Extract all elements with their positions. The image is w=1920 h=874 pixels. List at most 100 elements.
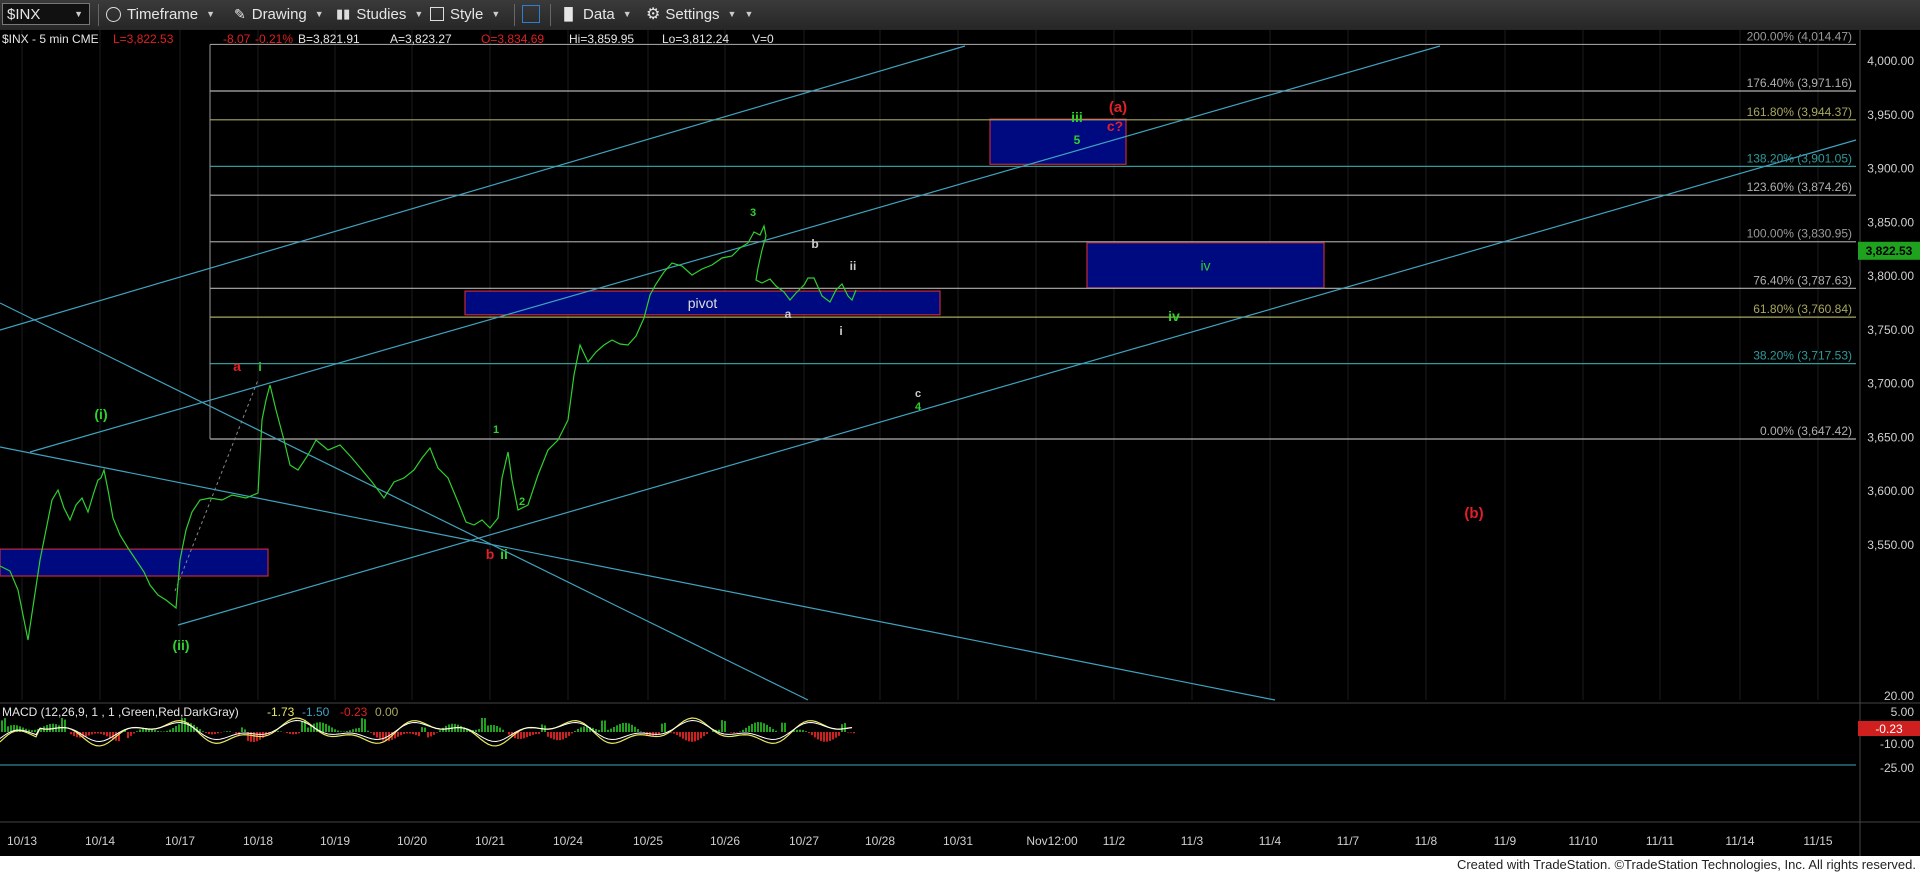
footer: Created with TradeStation. ©TradeStation… — [0, 856, 1920, 874]
date-tick-label: 10/21 — [475, 834, 505, 848]
date-tick-label: 11/14 — [1725, 834, 1754, 848]
date-tick-label: Nov12:00 — [1026, 834, 1078, 848]
macd-label: MACD (12,26,9, 1 , 1 ,Green,Red,DarkGray… — [2, 705, 239, 719]
bar-chart-icon: ▐▌ — [560, 7, 578, 21]
data-menu[interactable]: ▐▌ Data ▼ — [560, 3, 632, 25]
drawing-label: Drawing — [251, 5, 307, 23]
style-icon — [430, 7, 444, 21]
quote-field: -0.21% — [255, 32, 293, 46]
divider — [98, 4, 99, 26]
timeframe-menu[interactable]: Timeframe ▼ — [106, 3, 215, 25]
quote-field: V=0 — [752, 32, 774, 46]
wave-label: c? — [1107, 118, 1123, 134]
date-tick-label: 11/4 — [1259, 834, 1282, 848]
price-tick-label: 3,850.00 — [1867, 215, 1914, 229]
pencil-icon: ✎ — [234, 5, 246, 22]
macd-value: -1.73 — [267, 705, 295, 719]
drawing-menu[interactable]: ✎ Drawing ▼ — [234, 3, 324, 25]
quote-field: O=3,834.69 — [481, 32, 544, 46]
date-tick-label: 11/8 — [1415, 834, 1438, 848]
wave-label: (b) — [1464, 505, 1483, 522]
chevron-down-icon: ▼ — [414, 9, 424, 19]
zone-label: iv — [1200, 257, 1210, 273]
quote-field: A=3,823.27 — [390, 32, 452, 46]
wave-label: ii — [500, 546, 508, 562]
wave-label: (a) — [1109, 99, 1127, 116]
fib-label: 138.20% (3,901.05) — [1747, 151, 1852, 165]
divider — [514, 4, 515, 26]
macd-value: -0.23 — [340, 705, 368, 719]
quote-field: L=3,822.53 — [113, 32, 174, 46]
wave-label: b — [486, 546, 495, 562]
date-tick-label: 11/9 — [1494, 834, 1517, 848]
chart-area[interactable]: pivot iv 200.00% (4,014.47) 176.40% (3,971… — [0, 30, 1920, 856]
macd-axis-label: 20.00 — [1884, 689, 1914, 703]
date-tick-label: 10/19 — [320, 834, 350, 848]
style-label: Style — [450, 5, 484, 23]
wave-label: 4 — [915, 401, 922, 413]
macd-axis-label: -10.00 — [1880, 737, 1914, 751]
quote-field: Hi=3,859.95 — [569, 32, 634, 46]
chevron-down-icon: ▼ — [206, 9, 216, 19]
wave-label: c — [915, 388, 921, 400]
settings-menu[interactable]: ⚙ Settings ▼ ▼ — [646, 3, 753, 25]
quote-field: -8.07 — [223, 32, 251, 46]
wave-label: i — [839, 324, 842, 338]
fib-label: 100.00% (3,830.95) — [1747, 227, 1852, 241]
date-tick-label: 10/27 — [789, 834, 819, 848]
chevron-down-icon: ▼ — [74, 9, 83, 19]
wave-label: 5 — [1074, 133, 1081, 147]
data-label: Data — [583, 5, 615, 23]
price-tick-label: 3,600.00 — [1867, 484, 1914, 498]
wave-label: 1 — [493, 424, 499, 436]
wave-label: b — [811, 237, 818, 251]
date-tick-label: 10/26 — [710, 834, 740, 848]
divider — [550, 4, 551, 26]
macd-axis-label: 5.00 — [1891, 705, 1915, 719]
symbol-input[interactable]: $INX ▼ — [2, 3, 90, 25]
chevron-down-icon: ▼ — [314, 9, 324, 19]
date-tick-label: 10/14 — [85, 834, 115, 848]
copyright-text: Created with TradeStation. ©TradeStation… — [1456, 857, 1916, 872]
quote-field: B=3,821.91 — [298, 32, 360, 46]
quote-field: Lo=3,812.24 — [662, 32, 729, 46]
date-tick-label: 11/11 — [1646, 834, 1675, 848]
chevron-down-icon: ▼ — [622, 9, 632, 19]
price-tick-label: 3,750.00 — [1867, 323, 1914, 337]
date-tick-label: 10/24 — [553, 834, 583, 848]
overflow-icon[interactable]: ▼ — [744, 9, 753, 19]
date-tick-label: 10/13 — [7, 834, 37, 848]
toolbar: $INX ▼ Timeframe ▼ ✎ Drawing ▼ ▮▮ Studie… — [0, 0, 1920, 31]
date-tick-label: 10/28 — [865, 834, 895, 848]
wave-label: iii — [1071, 109, 1083, 125]
date-tick-label: 11/2 — [1103, 834, 1126, 848]
fib-label: 176.40% (3,971.16) — [1747, 76, 1852, 90]
layout-button[interactable] — [522, 3, 540, 25]
settings-label: Settings — [665, 5, 720, 23]
price-tick-label: 3,550.00 — [1867, 538, 1914, 552]
wave-label: 2 — [519, 496, 525, 508]
date-tick-label: 11/7 — [1337, 834, 1360, 848]
price-tick-label: 3,650.00 — [1867, 430, 1914, 444]
wave-label: iv — [1168, 308, 1180, 324]
price-tick-label: 3,700.00 — [1867, 377, 1914, 391]
fib-label: 76.40% (3,787.63) — [1753, 273, 1852, 287]
macd-hist-label: -0.23 — [1875, 722, 1903, 736]
timeframe-label: Timeframe — [127, 5, 199, 23]
style-menu[interactable]: Style ▼ — [430, 3, 500, 25]
studies-label: Studies — [356, 5, 407, 23]
studies-menu[interactable]: ▮▮ Studies ▼ — [336, 3, 423, 25]
date-tick-label: 11/10 — [1568, 834, 1597, 848]
price-tick-label: 4,000.00 — [1867, 54, 1914, 68]
zone-label: pivot — [688, 295, 718, 311]
wave-label: i — [258, 360, 261, 374]
fib-label: 200.00% (4,014.47) — [1747, 30, 1852, 43]
price-tick-label: 3,900.00 — [1867, 162, 1914, 176]
quote-field: $INX - 5 min CME — [2, 32, 99, 46]
symbol-value: $INX — [7, 5, 41, 23]
chevron-down-icon: ▼ — [491, 9, 501, 19]
date-tick-label: 10/31 — [943, 834, 973, 848]
studies-icon: ▮▮ — [336, 6, 351, 21]
layout-icon — [522, 5, 540, 23]
macd-value: -1.50 — [302, 705, 330, 719]
